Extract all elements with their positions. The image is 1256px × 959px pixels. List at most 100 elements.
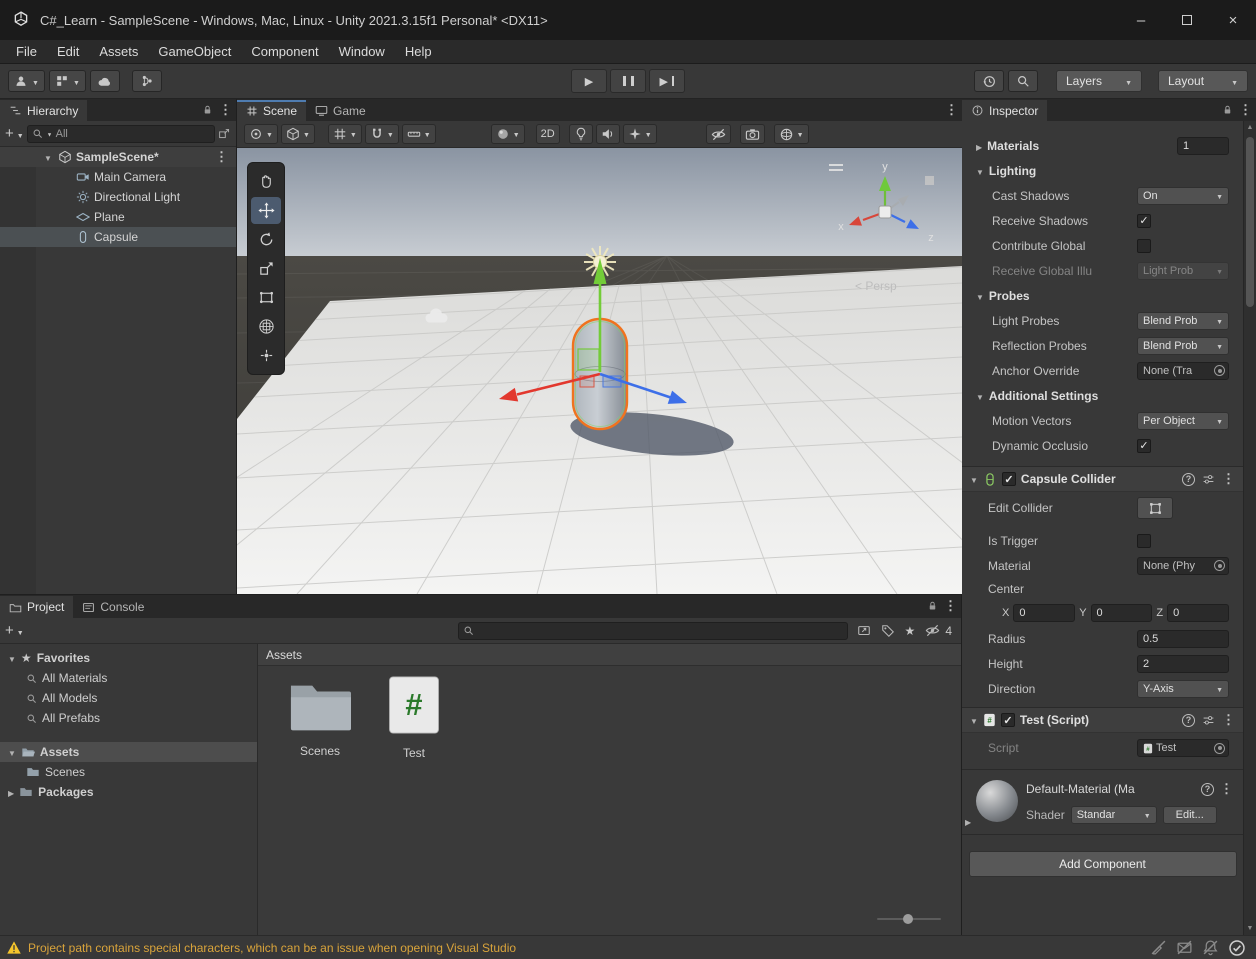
favorites-header-row[interactable]: Favorites [0, 648, 257, 668]
menu-item-help[interactable]: Help [395, 44, 442, 59]
search-pick-icon[interactable] [218, 127, 231, 140]
messages-muted-icon[interactable] [1176, 939, 1193, 956]
undo-history-button[interactable] [974, 70, 1004, 92]
chevron-down-icon[interactable] [17, 127, 24, 141]
lock-icon[interactable] [202, 104, 213, 116]
additional-settings-header[interactable]: Additional Settings [962, 383, 1243, 408]
menu-item-assets[interactable]: Assets [89, 44, 148, 59]
direction-dropdown[interactable]: Y-Axis [1137, 679, 1229, 698]
scroll-up-icon[interactable]: ▲ [1244, 124, 1256, 131]
anchor-override-field[interactable]: None (Tra [1137, 361, 1229, 380]
scene-viewport[interactable]: y x z < Persp [237, 148, 962, 594]
reflection-probes-dropdown[interactable]: Blend Prob [1137, 336, 1229, 355]
chevron-down-icon[interactable] [17, 624, 24, 638]
scene-canvas[interactable]: y x z < Persp [237, 148, 962, 594]
scene-menu-icon[interactable] [945, 102, 958, 118]
effects-dropdown[interactable] [622, 124, 657, 144]
grid-snapping-toggle[interactable] [327, 124, 362, 144]
receive-shadows-checkbox[interactable] [1137, 213, 1151, 228]
scrollbar-thumb[interactable] [1246, 137, 1254, 307]
create-button[interactable] [5, 126, 14, 141]
radius-field[interactable]: 0.5 [1137, 629, 1229, 648]
scene-lighting-toggle[interactable] [568, 124, 593, 144]
slider-thumb[interactable] [903, 914, 913, 924]
search-by-label-icon[interactable] [881, 624, 895, 638]
object-picker-icon[interactable] [1214, 560, 1225, 571]
scroll-down-icon[interactable]: ▼ [1244, 925, 1256, 932]
physic-material-field[interactable]: None (Phy [1137, 556, 1229, 575]
asset-tile-scenes[interactable]: Scenes [280, 680, 360, 758]
menu-item-edit[interactable]: Edit [47, 44, 89, 59]
search-button[interactable] [1008, 70, 1038, 92]
tree-scenes-row[interactable]: Scenes [0, 762, 257, 782]
favorite-all-prefabs[interactable]: All Prefabs [0, 708, 257, 728]
add-component-button[interactable]: Add Component [968, 851, 1237, 877]
material-menu-icon[interactable] [1220, 781, 1233, 797]
asset-tile-test-script[interactable]: # Test [374, 676, 454, 760]
lock-icon[interactable] [927, 600, 938, 612]
project-menu-icon[interactable] [944, 598, 957, 614]
perspective-label[interactable]: < Persp [855, 279, 897, 293]
favorite-all-materials[interactable]: All Materials [0, 668, 257, 688]
pause-button[interactable] [610, 69, 646, 93]
shader-edit-button[interactable]: Edit... [1162, 806, 1217, 824]
capsule-collider-header[interactable]: Capsule Collider ? [962, 466, 1243, 492]
rect-tool-button[interactable] [251, 284, 281, 311]
object-picker-icon[interactable] [1214, 365, 1225, 376]
presets-icon[interactable] [1202, 473, 1215, 486]
component-menu-icon[interactable] [1222, 471, 1235, 487]
center-y-field[interactable]: 0 [1090, 604, 1153, 622]
component-enabled-checkbox[interactable] [1000, 713, 1015, 727]
cloud-button[interactable] [89, 70, 120, 92]
handle-rotation-dropdown[interactable] [280, 124, 315, 144]
tab-game[interactable]: Game [306, 100, 375, 121]
hierarchy-item-directional-light[interactable]: Directional Light [0, 187, 236, 207]
custom-tool-button[interactable] [251, 342, 281, 369]
lock-icon[interactable] [1222, 104, 1233, 116]
help-icon[interactable]: ? [1182, 713, 1195, 727]
contribute-global-checkbox[interactable] [1137, 238, 1151, 253]
menu-item-file[interactable]: File [6, 44, 47, 59]
scale-tool-button[interactable] [251, 255, 281, 282]
lighting-section-header[interactable]: Lighting [962, 158, 1243, 183]
saved-search-icon[interactable] [905, 624, 916, 638]
tab-hierarchy[interactable]: Hierarchy [0, 100, 88, 121]
probes-section-header[interactable]: Probes [962, 283, 1243, 308]
tab-project[interactable]: Project [0, 596, 74, 618]
hierarchy-search-input[interactable]: All [26, 124, 215, 143]
hierarchy-item-capsule[interactable]: Capsule [0, 227, 236, 247]
is-trigger-checkbox[interactable] [1137, 533, 1151, 548]
icon-size-slider[interactable] [877, 913, 941, 925]
step-button[interactable] [649, 69, 685, 93]
play-button[interactable] [571, 69, 607, 93]
motion-vectors-dropdown[interactable]: Per Object [1137, 411, 1229, 430]
inspector-scrollbar[interactable]: ▲ ▼ [1243, 121, 1256, 935]
help-icon[interactable]: ? [1182, 472, 1195, 486]
inspector-menu-icon[interactable] [1239, 102, 1252, 118]
edit-collider-button[interactable] [1137, 497, 1173, 519]
center-z-field[interactable]: 0 [1167, 604, 1229, 622]
script-field[interactable]: # Test [1137, 739, 1229, 757]
scene-visibility-toggle[interactable] [705, 124, 731, 144]
move-tool-button[interactable] [251, 197, 281, 224]
scene-audio-toggle[interactable] [595, 124, 620, 144]
component-menu-icon[interactable] [1222, 712, 1235, 728]
scene-camera-settings[interactable] [739, 124, 765, 144]
layout-dropdown[interactable]: Layout [1158, 70, 1248, 92]
rotate-tool-button[interactable] [251, 226, 281, 253]
dynamic-occlusion-checkbox[interactable] [1137, 438, 1151, 453]
hierarchy-menu-icon[interactable] [219, 102, 232, 118]
maximize-button[interactable] [1164, 0, 1210, 40]
scene-options-icon[interactable] [215, 149, 228, 165]
menu-item-component[interactable]: Component [241, 44, 328, 59]
create-asset-button[interactable] [5, 623, 14, 638]
status-message[interactable]: Project path contains special characters… [28, 941, 516, 955]
handle-position-dropdown[interactable] [244, 124, 278, 144]
menu-item-gameobject[interactable]: GameObject [148, 44, 241, 59]
tab-inspector[interactable]: Inspector [962, 100, 1048, 121]
height-field[interactable]: 2 [1137, 654, 1229, 673]
close-button[interactable]: × [1210, 0, 1256, 40]
menu-item-window[interactable]: Window [329, 44, 395, 59]
material-footer[interactable]: Default-Material (Ma ? Shader Standar Ed… [962, 770, 1243, 834]
center-x-field[interactable]: 0 [1013, 604, 1076, 622]
